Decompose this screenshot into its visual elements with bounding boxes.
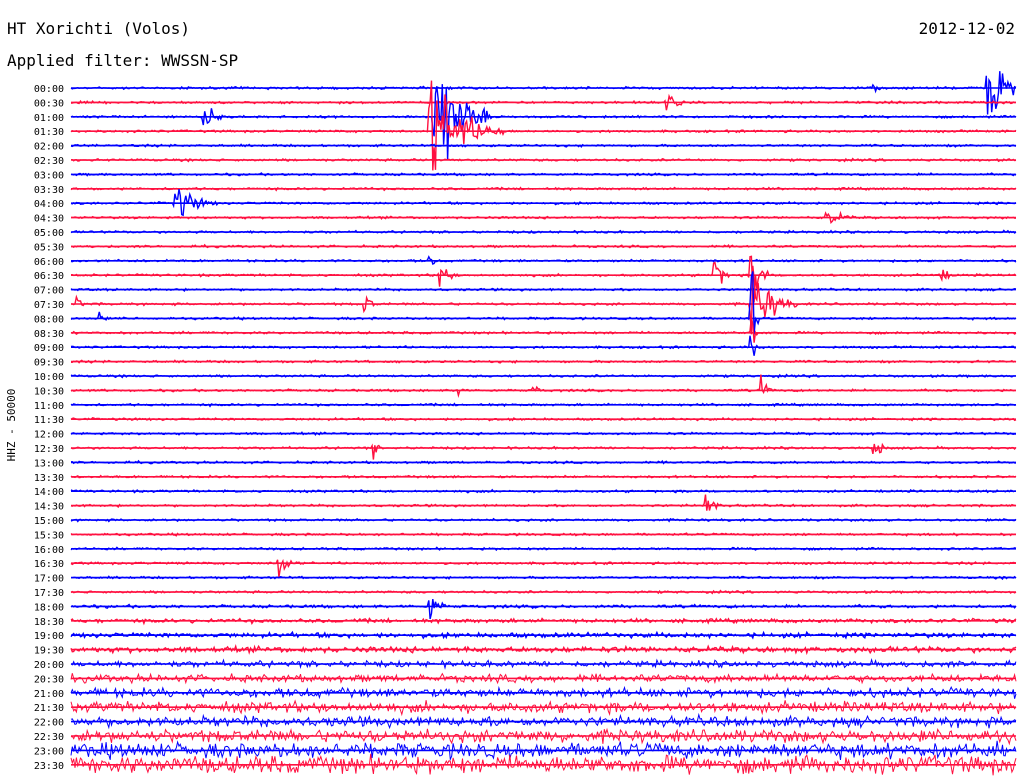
tick-label: 10:00 [34,372,64,383]
tick-label: 22:30 [34,732,64,743]
tick-label: 23:00 [34,746,64,757]
tick-label: 09:00 [34,343,64,354]
tick-label: 14:00 [34,487,64,498]
trace-1200 [70,431,1016,437]
tick-label: 12:30 [34,444,64,455]
tick-label: 00:30 [34,98,64,109]
trace-1900 [70,630,1017,640]
trace-1330 [70,474,1017,480]
trace-0700 [70,287,1017,293]
trace-1500 [70,517,1017,523]
tick-label: 20:00 [34,660,64,671]
tick-label: 02:00 [34,142,64,153]
tick-label: 04:30 [34,214,64,225]
tick-label: 22:00 [34,718,64,729]
trace-0930 [71,359,1017,364]
trace-1100 [70,402,1017,408]
tick-label: 01:30 [34,127,64,138]
tick-label: 16:30 [34,559,64,570]
tick-label: 06:00 [34,257,64,268]
tick-label: 07:00 [34,286,64,297]
trace-1600 [70,546,1017,552]
tick-label: 17:30 [34,588,64,599]
tick-label: 08:00 [34,314,64,325]
tick-label: 19:30 [34,646,64,657]
trace-0300 [70,172,1017,177]
tick-label: 06:30 [34,271,64,282]
tick-label: 15:30 [34,530,64,541]
tick-label: 20:30 [34,674,64,685]
tick-label: 03:00 [34,170,64,181]
tick-label: 12:00 [34,430,64,441]
trace-1730 [70,589,1017,595]
trace-0130 [70,80,1017,171]
trace-1030 [70,374,1017,399]
tick-label: 14:30 [34,502,64,513]
trace-1700 [71,575,1017,581]
trace-0000 [70,71,1017,115]
trace-0830 [70,316,1017,343]
trace-0430 [71,210,1016,225]
tick-label: 05:00 [34,228,64,239]
tick-label: 13:00 [34,458,64,469]
trace-0400 [70,188,1017,217]
tick-label: 13:30 [34,473,64,484]
tick-label: 04:00 [34,199,64,210]
tick-label: 02:30 [34,156,64,167]
trace-1800 [70,598,1017,620]
tick-label: 00:00 [34,84,64,95]
trace-0230 [71,157,1017,163]
tick-label: 11:30 [34,415,64,426]
tick-label: 09:30 [34,358,64,369]
tick-label: 21:30 [34,703,64,714]
tick-label: 01:00 [34,113,64,124]
tick-label: 07:30 [34,300,64,311]
tick-label-group: 00:00 00:30 01:00 01:30 02:00 02:30 03:00 03:30… [34,84,64,772]
tick-label: 05:30 [34,242,64,253]
tick-label: 17:00 [34,574,64,585]
trace-0530 [71,243,1017,249]
trace-1230 [70,442,1017,460]
trace-group [70,71,1017,776]
tick-label: 15:00 [34,516,64,527]
trace-0900 [70,335,1016,356]
helicorder-chart: 00:00 00:30 01:00 01:30 02:00 02:30 03:00 03:30… [5,71,1017,776]
tick-label: 11:00 [34,401,64,412]
trace-1300 [70,459,1017,465]
tick-label: 18:30 [34,617,64,628]
tick-label: 21:00 [34,689,64,700]
trace-1430 [70,494,1017,511]
y-axis-label: HHZ - 50000 [5,389,18,462]
tick-label: 19:00 [34,631,64,642]
tick-label: 08:30 [34,329,64,340]
tick-label: 16:00 [34,545,64,556]
trace-0100 [70,84,1017,160]
trace-1400 [70,488,1016,494]
tick-label: 10:30 [34,386,64,397]
tick-label: 03:30 [34,185,64,196]
tick-label: 18:00 [34,602,64,613]
trace-0630 [71,255,1017,303]
trace-0500 [70,229,1017,235]
trace-2200 [70,712,1017,730]
trace-0330 [70,186,1017,192]
tick-label: 23:30 [34,761,64,772]
trace-1530 [70,532,1017,537]
trace-1130 [70,416,1017,422]
